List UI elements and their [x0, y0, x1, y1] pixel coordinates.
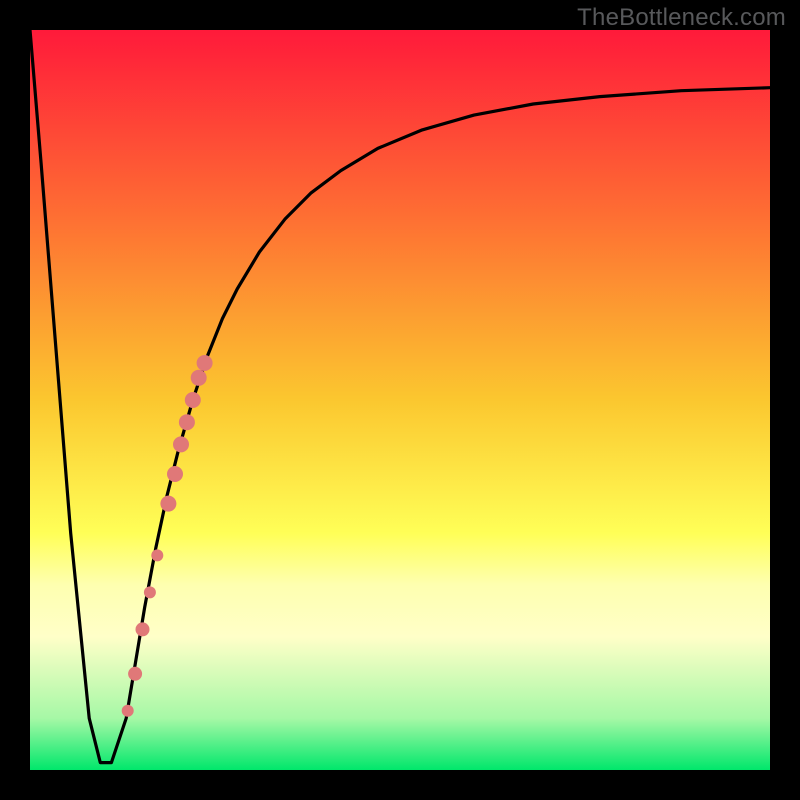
- chart-container: TheBottleneck.com: [0, 0, 800, 800]
- highlight-marker: [122, 705, 134, 717]
- highlight-marker: [151, 549, 163, 561]
- highlight-marker: [173, 436, 189, 452]
- highlight-marker: [191, 370, 207, 386]
- highlight-marker: [185, 392, 201, 408]
- highlight-marker: [160, 496, 176, 512]
- highlight-marker: [167, 466, 183, 482]
- bottleneck-chart: [0, 0, 800, 800]
- highlight-marker: [144, 586, 156, 598]
- plot-background: [30, 30, 770, 770]
- highlight-marker: [136, 622, 150, 636]
- highlight-marker: [128, 667, 142, 681]
- highlight-marker: [179, 414, 195, 430]
- highlight-marker: [197, 355, 213, 371]
- watermark-text: TheBottleneck.com: [577, 4, 786, 32]
